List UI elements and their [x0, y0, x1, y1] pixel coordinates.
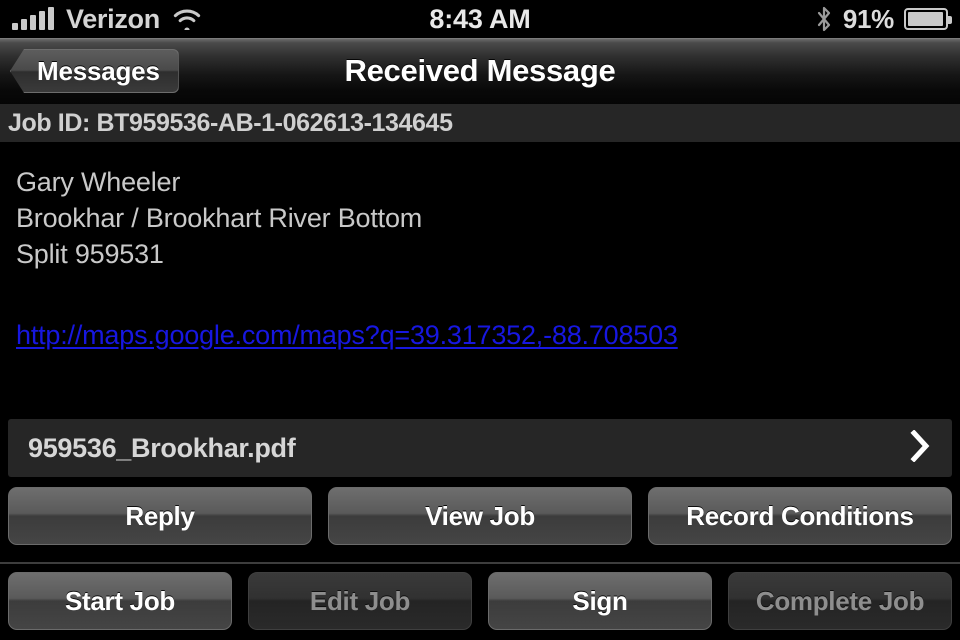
record-conditions-button[interactable]: Record Conditions: [648, 487, 952, 545]
message-line-split: Split 959531: [16, 239, 164, 269]
bluetooth-icon: [815, 6, 833, 32]
complete-job-button: Complete Job: [728, 572, 952, 630]
attachment-filename: 959536_Brookhar.pdf: [28, 432, 296, 463]
map-link[interactable]: http://maps.google.com/maps?q=39.317352,…: [16, 318, 678, 352]
chevron-right-icon: [910, 428, 952, 467]
action-row-secondary: Start Job Edit Job Sign Complete Job: [0, 572, 960, 630]
attachment-row[interactable]: 959536_Brookhar.pdf: [8, 419, 952, 477]
navigation-bar: Messages Received Message: [0, 38, 960, 104]
app-screen: Verizon 8:43 AM 91% Messages Received Me…: [0, 0, 960, 640]
job-id-label: Job ID: BT959536-AB-1-062613-134645: [8, 108, 453, 137]
sign-button[interactable]: Sign: [488, 572, 712, 630]
action-row-primary: Reply View Job Record Conditions: [0, 487, 960, 545]
page-title: Received Message: [344, 53, 616, 88]
status-bar-right: 91%: [815, 3, 952, 35]
message-line-location: Brookhar / Brookhart River Bottom: [16, 203, 423, 233]
battery-percent-label: 91%: [842, 3, 894, 34]
status-bar: Verizon 8:43 AM 91%: [0, 0, 960, 38]
job-id-bar: Job ID: BT959536-AB-1-062613-134645: [0, 104, 960, 144]
message-line-sender: Gary Wheeler: [16, 167, 181, 197]
edit-job-button: Edit Job: [248, 572, 472, 630]
message-body: Gary Wheeler Brookhar / Brookhart River …: [0, 146, 960, 414]
view-job-button[interactable]: View Job: [328, 487, 632, 545]
battery-icon: [904, 8, 952, 30]
reply-button[interactable]: Reply: [8, 487, 312, 545]
start-job-button[interactable]: Start Job: [8, 572, 232, 630]
row-divider: [0, 562, 960, 564]
